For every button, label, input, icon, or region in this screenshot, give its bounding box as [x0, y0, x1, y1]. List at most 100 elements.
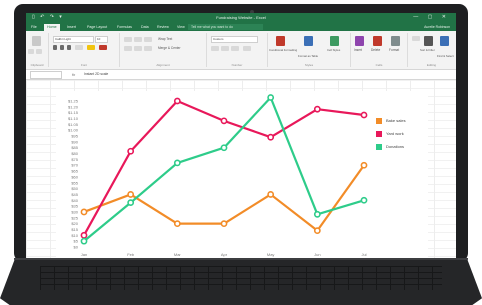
data-point	[173, 220, 181, 228]
font-color-icon[interactable]	[99, 45, 107, 50]
data-point	[127, 191, 135, 198]
insert-cells-icon[interactable]	[355, 36, 364, 46]
data-point	[173, 159, 181, 167]
percent-icon[interactable]	[221, 46, 229, 51]
y-tick-label: $40	[71, 198, 78, 203]
group-font: Calibri Light 10 Font	[49, 33, 120, 67]
ribbon-home: Clipboard Calibri Light 10 Font Wrap Tex…	[26, 31, 456, 70]
format-as-table-icon[interactable]	[304, 36, 313, 46]
delete-cells-button[interactable]: Delete	[371, 48, 380, 52]
sort-filter-icon[interactable]	[424, 36, 433, 46]
copy-icon[interactable]	[36, 49, 42, 54]
tab-home[interactable]: Home	[44, 24, 60, 31]
x-tick-label: Jan	[81, 252, 87, 257]
name-box[interactable]	[30, 71, 62, 79]
italic-button[interactable]	[60, 45, 64, 50]
borders-icon[interactable]	[75, 45, 83, 50]
x-tick-label: Jun	[314, 252, 320, 257]
y-tick-label: $90	[71, 139, 78, 144]
bold-button[interactable]	[53, 45, 57, 50]
x-tick-label: Feb	[127, 252, 135, 257]
legend-item-donations: Donations	[376, 143, 456, 156]
comma-icon[interactable]	[231, 46, 239, 51]
delete-cells-icon[interactable]	[373, 36, 382, 46]
paste-button[interactable]	[32, 36, 41, 46]
sort-filter-button[interactable]: Sort & Filter	[420, 48, 435, 52]
cell-styles-button[interactable]: Cell Styles	[327, 48, 340, 52]
y-tick-label: $60	[71, 174, 78, 179]
y-tick-label: $1.25	[68, 99, 79, 104]
x-tick-label: Jul	[361, 252, 366, 257]
format-cells-icon[interactable]	[391, 36, 400, 46]
format-cells-button[interactable]: Format	[389, 48, 399, 52]
align-bottom-icon[interactable]	[144, 37, 152, 42]
data-point	[313, 105, 321, 113]
window-title: Fundraising Website - Excel	[216, 15, 266, 20]
formula-input[interactable]: Instant 2D scale	[84, 71, 108, 78]
group-label-alignment: Alignment	[156, 63, 170, 67]
align-left-icon[interactable]	[124, 46, 132, 51]
data-point	[220, 144, 228, 152]
data-point	[127, 199, 135, 207]
data-point	[267, 191, 275, 198]
conditional-formatting-icon[interactable]	[276, 36, 285, 46]
tab-formulas[interactable]: Formulas	[114, 24, 135, 31]
line-chart[interactable]: $0 $5 $10 $15 $20 $25 $30 $35 $40 $45 $50 $55 $60 $65…	[56, 91, 428, 258]
conditional-formatting-button[interactable]: Conditional Formatting	[269, 48, 297, 52]
align-center-icon[interactable]	[134, 46, 142, 51]
tab-file[interactable]: File	[28, 24, 40, 31]
data-point	[313, 210, 321, 218]
tab-page-layout[interactable]: Page Layout	[84, 24, 110, 31]
insert-cells-button[interactable]: Insert	[354, 48, 362, 52]
y-tick-label: $15	[71, 227, 78, 232]
sign-in-user[interactable]: Aurelie Robinson	[424, 24, 450, 31]
align-middle-icon[interactable]	[134, 37, 142, 42]
wrap-text-button[interactable]: Wrap Text	[158, 37, 172, 41]
merge-center-button[interactable]: Merge & Center	[158, 46, 181, 50]
align-right-icon[interactable]	[144, 46, 152, 51]
find-select-icon[interactable]	[440, 36, 449, 46]
window-controls[interactable]: — ▢ ✕	[413, 14, 450, 20]
currency-icon[interactable]	[211, 46, 219, 51]
tab-review[interactable]: Review	[154, 24, 172, 31]
y-tick-label: $45	[71, 192, 78, 197]
y-tick-label: $1.00	[68, 128, 79, 133]
group-editing: Sort & Filter Find & Select Editing	[408, 33, 455, 67]
data-point	[220, 220, 228, 228]
y-tick-label: $1.15	[68, 110, 79, 115]
data-point	[127, 147, 135, 155]
fx-icon[interactable]: fx	[72, 71, 75, 78]
data-point	[80, 208, 88, 216]
group-number: Custom Number	[207, 33, 268, 67]
align-top-icon[interactable]	[124, 37, 132, 42]
tab-view[interactable]: View	[174, 24, 188, 31]
font-size-select[interactable]: 10	[95, 36, 108, 43]
autosum-icon[interactable]	[412, 36, 420, 41]
fill-color-icon[interactable]	[87, 45, 95, 50]
find-select-button[interactable]: Find & Select	[437, 54, 454, 58]
group-label-clipboard: Clipboard	[30, 63, 44, 67]
format-as-table-button[interactable]: Format as Table	[298, 54, 318, 58]
font-name-select[interactable]: Calibri Light	[53, 36, 94, 43]
data-point	[313, 227, 321, 235]
group-label-font: Font	[80, 63, 87, 67]
tab-data[interactable]: Data	[138, 24, 152, 31]
increase-decimal-icon[interactable]	[243, 46, 251, 51]
cell-styles-icon[interactable]	[330, 36, 339, 46]
group-styles: Conditional Formatting Format as Table C…	[268, 33, 351, 67]
legend-label-yard-work: Yard work	[386, 131, 404, 136]
tell-me-search[interactable]: Tell me what you want to do	[188, 24, 263, 30]
y-tick-label: $95	[71, 134, 78, 139]
data-point	[80, 231, 88, 239]
y-tick-label: $1.10	[68, 116, 79, 121]
excel-window: ▯ ↶ ↷ ▾ Fundraising Website - Excel — ▢ …	[26, 13, 456, 258]
legend-swatch-yard-work	[376, 131, 382, 137]
y-tick-label: $0	[74, 245, 79, 250]
underline-button[interactable]	[67, 45, 71, 50]
number-format-select[interactable]: Custom	[211, 36, 258, 43]
tab-insert[interactable]: Insert	[64, 24, 79, 31]
y-tick-label: $50	[71, 186, 78, 191]
cut-icon[interactable]	[28, 49, 34, 54]
data-point	[80, 237, 88, 245]
y-tick-label: $1.05	[68, 122, 79, 127]
